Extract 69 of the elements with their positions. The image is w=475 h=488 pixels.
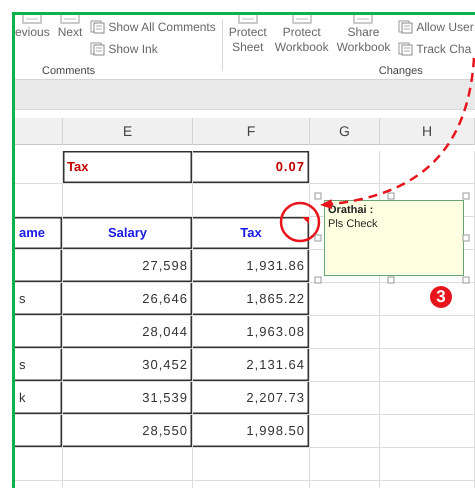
sheet-icon (290, 15, 313, 25)
empty-cell (15, 250, 63, 283)
column-header[interactable]: F (193, 118, 310, 145)
empty-cell (310, 151, 380, 184)
document-icon (398, 42, 414, 56)
ribbon-button[interactable]: Show Ink (90, 40, 216, 58)
column-header[interactable]: E (63, 118, 193, 145)
table-cell: Salary (63, 217, 193, 250)
resize-handle[interactable] (314, 234, 322, 242)
table-cell: ame (15, 217, 63, 250)
column-header[interactable] (15, 118, 63, 145)
table-cell: 27,598 (63, 250, 193, 283)
table-cell: 1,998.50 (193, 415, 310, 448)
document-icon (90, 42, 106, 56)
step-badge: 3 (430, 286, 452, 308)
resize-handle[interactable] (462, 192, 470, 200)
table-cell: Tax (63, 151, 193, 184)
empty-cell (310, 415, 380, 448)
table-cell: 0.07 (193, 151, 310, 184)
empty-cell (310, 382, 380, 415)
column-header[interactable]: H (380, 118, 475, 145)
ribbon-button[interactable]: Show All Comments (90, 18, 216, 36)
document-icon (90, 20, 106, 34)
empty-cell (310, 448, 380, 481)
resize-handle[interactable] (462, 234, 470, 242)
empty-cell (310, 349, 380, 382)
sheet-icon (21, 15, 44, 25)
table-cell: 1,865.22 (193, 283, 310, 316)
empty-cell (310, 316, 380, 349)
table-cell: 2,131.64 (193, 349, 310, 382)
table-cell: 30,452 (63, 349, 193, 382)
highlight-circle (280, 202, 320, 242)
empty-cell (310, 283, 380, 316)
group-label: Changes (378, 64, 424, 78)
table-cell: 31,539 (63, 382, 193, 415)
column-header[interactable]: G (310, 118, 380, 145)
resize-handle[interactable] (314, 276, 322, 284)
resize-handle[interactable] (388, 192, 394, 200)
group-label: Comments (41, 64, 96, 78)
sheet-icon (352, 15, 374, 25)
ribbon-button[interactable]: Allow User (398, 18, 474, 36)
table-cell: 26,646 (63, 283, 193, 316)
empty-cell (15, 448, 63, 481)
ribbon-button[interactable]: Protect Sheet (228, 15, 267, 55)
table-cell: 1,963.08 (193, 316, 310, 349)
resize-handle[interactable] (462, 276, 470, 284)
empty-cell (15, 151, 63, 184)
table-cell: s (15, 283, 63, 316)
ribbon-button[interactable]: Protect Workbook (274, 15, 329, 55)
resize-handle[interactable] (388, 276, 394, 284)
table-cell: 28,044 (63, 316, 193, 349)
table-cell: s (15, 349, 63, 382)
sheet-icon (236, 15, 259, 25)
resize-handle[interactable] (314, 192, 322, 200)
table-cell: 1,931.86 (193, 250, 310, 283)
comment-box[interactable]: Orathai : Pls Check (324, 200, 464, 276)
ribbon-button[interactable]: Next (58, 15, 82, 40)
document-icon (398, 20, 414, 34)
empty-cell (15, 415, 63, 448)
empty-cell (15, 184, 63, 217)
empty-cell (15, 316, 63, 349)
table-cell: 28,550 (63, 415, 193, 448)
ribbon-button[interactable]: evious (15, 15, 50, 40)
ribbon-button[interactable]: Track Cha (398, 40, 474, 58)
ribbon-button[interactable]: Share Workbook (336, 15, 390, 55)
table-cell: k (15, 382, 63, 415)
table-cell: 2,207.73 (193, 382, 310, 415)
table-cell: Tax (193, 217, 310, 250)
sheet-icon (59, 15, 82, 25)
